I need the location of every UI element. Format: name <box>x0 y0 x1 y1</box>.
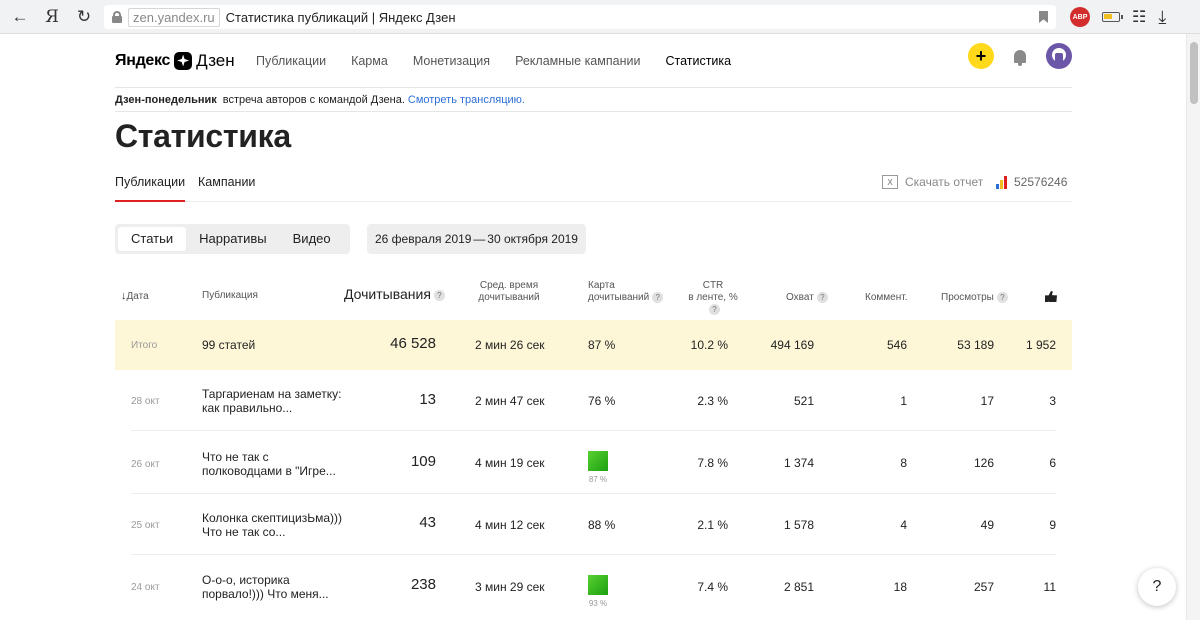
page-scrollbar[interactable] <box>1186 34 1200 620</box>
bell-icon[interactable] <box>1014 49 1026 66</box>
site-header: Яндекс Дзен Публикации Карма Монетизация… <box>115 34 1072 88</box>
column-reach[interactable]: Охват? <box>786 292 828 304</box>
metrika-counter[interactable]: 52576246 <box>996 175 1067 189</box>
translate-icon[interactable]: ☷ <box>1132 7 1146 27</box>
publication-title[interactable]: Таргариенам на заметку: как правильно... <box>202 387 341 415</box>
nav-ad-campaigns[interactable]: Рекламные кампании <box>515 54 640 68</box>
column-ctr[interactable]: CTR в ленте, %? <box>683 280 743 316</box>
column-avg-time[interactable]: Сред. время дочитываний <box>471 280 547 304</box>
tab-campaigns[interactable]: Кампании <box>198 175 255 189</box>
table-row[interactable]: 24 окт О-о-о, историка порвало!))) Что ме… <box>115 555 1072 620</box>
filter-video[interactable]: Видео <box>280 227 344 251</box>
read-map-cell[interactable]: 87 % <box>588 451 608 487</box>
lock-icon <box>112 11 122 23</box>
zen-star-icon <box>174 51 193 70</box>
stats-tabs: Публикации Кампании X Скачать отчет 5257… <box>115 168 1072 202</box>
announcement-link[interactable]: Смотреть трансляцию. <box>408 94 525 106</box>
url-page-title: Статистика публикаций | Яндекс Дзен <box>225 9 456 25</box>
download-report-button[interactable]: X Скачать отчет <box>882 175 983 189</box>
publication-title[interactable]: Что не так с полководцами в "Игре... <box>202 450 336 478</box>
scrollbar-thumb[interactable] <box>1190 42 1198 104</box>
table-row-total: Итого 99 статей 46 528 2 мин 26 сек 87 %… <box>115 320 1072 370</box>
nav-statistics[interactable]: Статистика <box>665 54 731 68</box>
help-icon[interactable]: ? <box>816 292 828 303</box>
date-range-picker[interactable]: 26 февраля 2019 — 30 октября 2019 <box>367 224 586 254</box>
publication-title[interactable]: О-о-о, историка порвало!))) Что меня... <box>202 573 329 601</box>
yandex-browser-logo[interactable]: Я <box>36 0 68 34</box>
column-likes[interactable] <box>1045 291 1057 302</box>
publication-title[interactable]: Колонка скептицизЬма))) Что не так со... <box>202 511 342 539</box>
announcement-text: встреча авторов с командой Дзена. <box>222 93 405 106</box>
column-read-map[interactable]: Карта дочитываний? <box>588 280 664 304</box>
help-icon[interactable]: ? <box>709 304 720 315</box>
help-icon[interactable]: ? <box>996 292 1008 303</box>
date-to: 30 октября 2019 <box>487 232 578 246</box>
reload-icon[interactable]: ↻ <box>68 0 100 34</box>
read-map-cell[interactable]: 93 % <box>588 575 608 611</box>
download-icon[interactable]: ⤓ <box>1158 7 1166 28</box>
avatar[interactable] <box>1046 43 1072 69</box>
main-nav: Публикации Карма Монетизация Рекламные к… <box>256 54 731 68</box>
table-row[interactable]: 26 окт Что не так с полководцами в "Игре.… <box>115 431 1072 494</box>
column-reads[interactable]: Дочитывания? <box>344 287 445 301</box>
create-plus-button[interactable]: + <box>968 43 994 69</box>
date-from: 26 февраля 2019 <box>375 232 472 246</box>
zen-logo[interactable]: Яндекс Дзен <box>115 51 256 71</box>
read-map-heat-icon <box>588 451 608 471</box>
excel-icon: X <box>882 175 898 189</box>
column-publication: Публикация <box>202 290 258 301</box>
read-map-heat-icon <box>588 575 608 595</box>
column-comments[interactable]: Коммент. <box>865 292 907 304</box>
content-type-switch: Статьи Нарративы Видео <box>115 224 350 254</box>
battery-icon[interactable] <box>1102 12 1123 22</box>
browser-toolbar: ← Я ↻ zen.yandex.ru Статистика публикаци… <box>0 0 1200 34</box>
address-bar[interactable]: zen.yandex.ru Статистика публикаций | Ян… <box>104 5 1056 29</box>
announcement-bar: Дзен-понедельник встреча авторов с коман… <box>115 88 1072 112</box>
nav-monetization[interactable]: Монетизация <box>413 54 490 68</box>
url-domain: zen.yandex.ru <box>128 7 220 27</box>
metrika-bars-icon <box>996 175 1007 189</box>
date-separator: — <box>473 232 486 246</box>
column-views[interactable]: Просмотры? <box>941 292 1008 304</box>
table-row[interactable]: 25 окт Колонка скептицизЬма))) Что не так… <box>115 494 1072 555</box>
adblock-icon[interactable]: ABP <box>1070 7 1090 27</box>
back-icon[interactable]: ← <box>4 0 36 34</box>
help-button[interactable]: ? <box>1138 568 1176 606</box>
thumbs-up-icon <box>1045 291 1057 302</box>
filter-articles[interactable]: Статьи <box>118 227 187 251</box>
column-date[interactable]: ↓Дата <box>121 290 149 303</box>
help-icon[interactable]: ? <box>433 289 445 301</box>
bookmark-icon[interactable] <box>1039 11 1048 23</box>
help-icon[interactable]: ? <box>652 292 664 303</box>
nav-publications[interactable]: Публикации <box>256 54 326 68</box>
filter-narratives[interactable]: Нарративы <box>186 227 280 251</box>
table-row[interactable]: 28 окт Таргариенам на заметку: как правил… <box>115 370 1072 431</box>
announcement-title: Дзен-понедельник <box>115 93 217 106</box>
tab-publications[interactable]: Публикации <box>115 175 186 202</box>
page-title: Статистика <box>115 118 291 154</box>
table-header: ↓Дата Публикация Дочитывания? Сред. врем… <box>115 278 1072 318</box>
nav-karma[interactable]: Карма <box>351 54 388 68</box>
